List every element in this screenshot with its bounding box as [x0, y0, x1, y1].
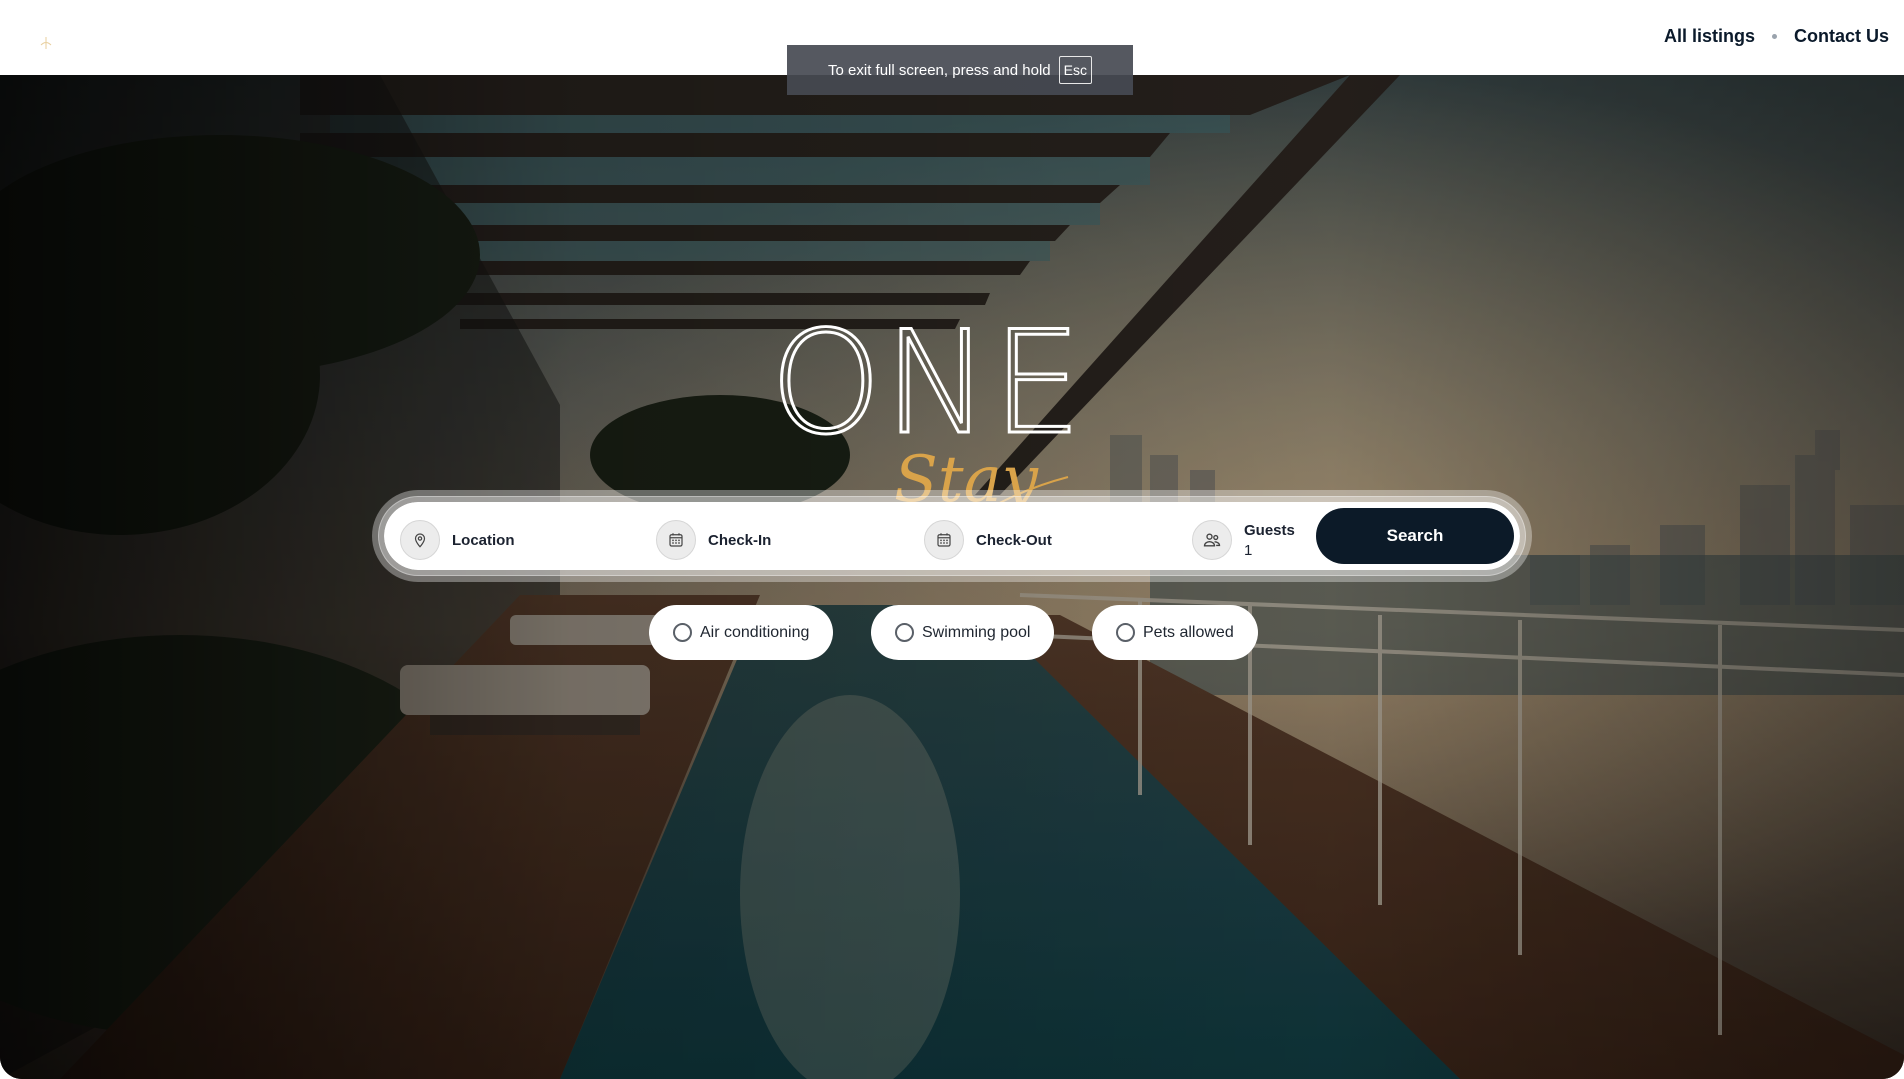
fullscreen-notice-text: To exit full screen, press and hold — [828, 61, 1051, 79]
map-pin-icon — [400, 520, 440, 560]
check-out-field[interactable]: Check-Out — [924, 520, 1052, 560]
filter-label: Pets allowed — [1143, 623, 1234, 641]
hero-section: ONE Stay — [0, 75, 1904, 1079]
radio-icon — [673, 623, 692, 642]
esc-key-badge: Esc — [1058, 56, 1092, 84]
brand-wordmark-text: ONE — [770, 322, 1080, 442]
guests-label: Guests — [1244, 521, 1295, 539]
guests-field[interactable]: Guests 1 — [1192, 520, 1295, 560]
nav-contact-us[interactable]: Contact Us — [1794, 26, 1889, 47]
filter-label: Swimming pool — [922, 623, 1031, 641]
fullscreen-exit-notice: To exit full screen, press and hold Esc — [787, 45, 1133, 95]
hero-background-image — [0, 75, 1904, 1079]
filter-label: Air conditioning — [700, 623, 810, 641]
guests-value: 1 — [1244, 541, 1253, 559]
check-in-label: Check-In — [708, 531, 772, 549]
radio-icon — [1116, 623, 1135, 642]
search-bar: Location Check-In Check-Out Guests 1 Sea… — [378, 496, 1526, 576]
search-button[interactable]: Search — [1316, 508, 1514, 564]
check-out-label: Check-Out — [976, 531, 1052, 549]
filter-swimming-pool[interactable]: Swimming pool — [871, 605, 1055, 660]
logo-icon[interactable] — [38, 36, 54, 50]
radio-icon — [895, 623, 914, 642]
calendar-icon — [924, 520, 964, 560]
filter-pets-allowed[interactable]: Pets allowed — [1092, 605, 1258, 660]
brand-wordmark-one: ONE — [770, 322, 1080, 442]
guests-group: Guests 1 — [1244, 522, 1295, 559]
main-nav: All listings Contact Us — [1664, 26, 1889, 47]
nav-separator — [1771, 34, 1777, 39]
filter-air-conditioning[interactable]: Air conditioning — [649, 605, 834, 660]
calendar-icon — [656, 520, 696, 560]
location-field[interactable]: Location — [400, 520, 515, 560]
check-in-field[interactable]: Check-In — [656, 520, 771, 560]
nav-all-listings[interactable]: All listings — [1664, 26, 1755, 47]
users-icon — [1192, 520, 1232, 560]
location-label: Location — [452, 531, 515, 549]
